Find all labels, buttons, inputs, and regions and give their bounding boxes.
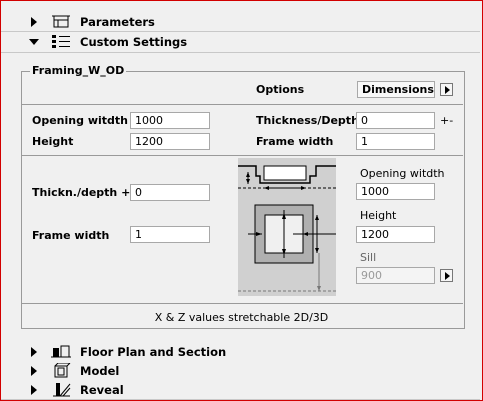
floor-plan-icon	[51, 345, 71, 358]
dimensions-menu-button[interactable]	[440, 83, 453, 96]
thickness-depth-label: Thickness/Depth	[256, 114, 359, 127]
frame-width-label-2: Frame width	[32, 229, 110, 242]
model-icon	[54, 363, 71, 378]
section-custom-settings[interactable]: Custom Settings	[1, 32, 480, 53]
options-label: Options	[256, 83, 305, 96]
expand-arrow-icon[interactable]	[31, 385, 37, 395]
menu-arrow-icon	[445, 272, 450, 280]
thickn-depth-input[interactable]: 0	[130, 184, 210, 201]
opening-width-input[interactable]: 1000	[130, 112, 210, 129]
section-label-model: Model	[80, 364, 120, 378]
frame-width-input[interactable]: 1	[356, 133, 435, 150]
section-label-custom-settings: Custom Settings	[80, 35, 188, 49]
menu-arrow-icon	[445, 86, 450, 94]
frame-width-label: Frame width	[256, 135, 334, 148]
section-label-parameters: Parameters	[80, 15, 155, 29]
sill-label: Sill	[360, 251, 377, 264]
right-height-input[interactable]: 1200	[356, 226, 435, 243]
divider	[22, 303, 463, 304]
sill-menu-button[interactable]	[440, 269, 453, 282]
expand-arrow-icon[interactable]	[31, 347, 37, 357]
section-reveal[interactable]: Reveal	[1, 380, 480, 400]
section-model[interactable]: Model	[1, 361, 480, 381]
divider	[22, 155, 463, 156]
panel-title: Framing_W_OD	[30, 64, 127, 77]
parameters-icon	[52, 15, 70, 28]
sill-input: 900	[356, 267, 435, 284]
section-parameters[interactable]: Parameters	[1, 12, 480, 32]
expand-arrow-icon[interactable]	[31, 366, 37, 376]
section-label-floor-plan: Floor Plan and Section	[80, 345, 227, 359]
opening-diagram	[238, 158, 336, 296]
section-floor-plan[interactable]: Floor Plan and Section	[1, 342, 480, 362]
right-opening-width-input[interactable]: 1000	[356, 183, 435, 200]
right-height-label: Height	[360, 209, 397, 222]
section-label-reveal: Reveal	[80, 383, 124, 397]
collapse-arrow-icon[interactable]	[29, 39, 39, 45]
custom-settings-icon	[52, 35, 70, 48]
divider	[22, 104, 463, 105]
expand-arrow-icon[interactable]	[31, 17, 37, 27]
frame-width-input-2[interactable]: 1	[130, 226, 210, 243]
thickn-depth-label: Thickn./depth +-	[32, 186, 135, 199]
thickness-suffix: +-	[440, 114, 454, 127]
reveal-icon	[53, 383, 71, 397]
stretchable-note: X & Z values stretchable 2D/3D	[154, 311, 329, 324]
right-opening-width-label: Opening witdth	[360, 167, 445, 180]
dimensions-dropdown[interactable]: Dimensions	[357, 81, 435, 98]
height-input[interactable]: 1200	[130, 133, 210, 150]
height-label: Height	[32, 135, 74, 148]
opening-width-label: Opening witdth	[32, 114, 128, 127]
thickness-depth-input[interactable]: 0	[356, 112, 435, 129]
